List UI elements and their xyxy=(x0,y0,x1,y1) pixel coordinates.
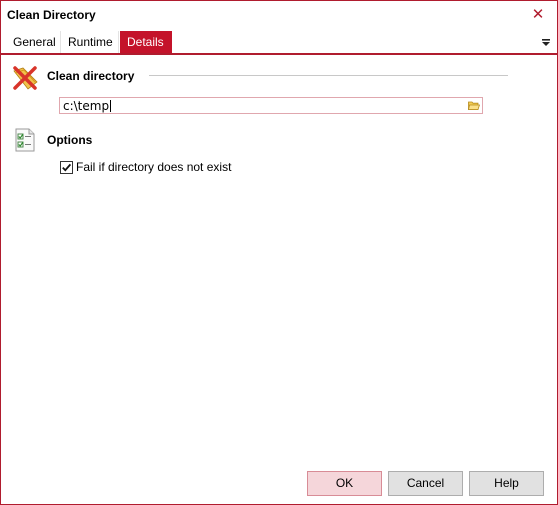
help-button[interactable]: Help xyxy=(469,471,544,496)
section-divider xyxy=(149,75,508,76)
options-heading: Options xyxy=(47,133,93,147)
checkmark-icon xyxy=(62,163,72,172)
directory-path-value: c:\temp xyxy=(63,99,110,113)
window-title: Clean Directory xyxy=(7,8,96,22)
tab-runtime[interactable]: Runtime xyxy=(61,31,119,53)
tab-menu-icon[interactable] xyxy=(539,34,553,50)
cancel-button[interactable]: Cancel xyxy=(388,471,463,496)
fail-if-missing-checkbox[interactable] xyxy=(60,161,73,174)
close-icon[interactable]: ✕ xyxy=(529,6,547,24)
tab-details[interactable]: Details xyxy=(120,31,172,53)
folder-icon[interactable] xyxy=(468,100,480,111)
clean-directory-heading: Clean directory xyxy=(47,69,135,83)
dialog-window: Clean Directory ✕ General Runtime Detail… xyxy=(0,0,558,505)
directory-path-input[interactable]: c:\temp xyxy=(59,97,483,114)
ok-button[interactable]: OK xyxy=(307,471,382,496)
options-checklist-icon xyxy=(15,128,35,152)
tab-bar: General Runtime Details xyxy=(1,31,557,55)
fail-if-missing-label[interactable]: Fail if directory does not exist xyxy=(76,160,231,174)
title-bar: Clean Directory ✕ xyxy=(1,1,557,31)
tab-general[interactable]: General xyxy=(6,31,61,53)
text-caret xyxy=(110,100,112,112)
clean-directory-icon xyxy=(13,66,38,90)
